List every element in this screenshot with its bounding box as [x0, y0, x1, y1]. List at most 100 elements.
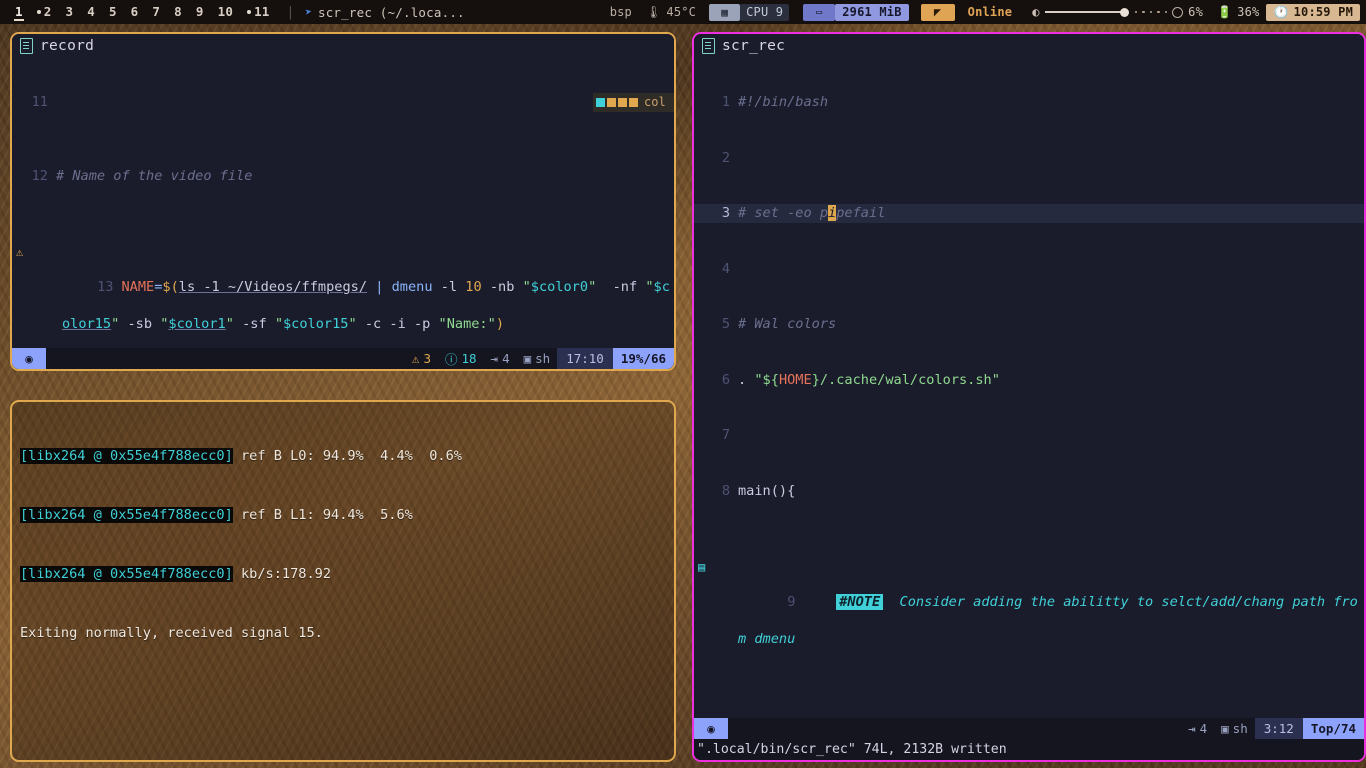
workspace-8[interactable]: 8 — [167, 0, 189, 24]
left-editor-body: record 11 12 # Name of the video file ⚠ 1… — [12, 34, 674, 369]
note-tag: #NOTE — [836, 593, 884, 610]
right-editor-window[interactable]: scr_rec 1 #!/bin/bash 2 3 # set -eo pipefa… — [692, 32, 1366, 762]
workspace-11[interactable]: 11 — [240, 0, 276, 24]
volume-level-icon — [1172, 6, 1184, 18]
indent-label: 4 — [1199, 721, 1208, 736]
scroll-percent: Top/74 — [1302, 718, 1364, 739]
completion-popup[interactable]: col — [593, 93, 674, 112]
code-line-current[interactable]: 3 # set -eo pipefail — [694, 204, 1364, 223]
left-editor-titlebar: record — [12, 34, 674, 56]
workspace-6[interactable]: 6 — [124, 0, 146, 24]
active-window-title: ➤ scr_rec (~/.loca... — [303, 4, 465, 20]
clock-icon: 🕐 — [1273, 5, 1289, 19]
workspace-10[interactable]: 10 — [211, 0, 240, 24]
temperature-module[interactable]: 🌡 45°C — [639, 0, 703, 24]
left-editor-code[interactable]: 11 12 # Name of the video file ⚠ 13 NAME=$… — [12, 56, 674, 369]
code-line[interactable]: 8 main(){ — [694, 482, 1364, 501]
color-swatch — [618, 97, 627, 107]
workspace-7[interactable]: 7 — [145, 0, 167, 24]
line-number: 11 — [31, 94, 48, 110]
editor-mode-icon: ◉ — [12, 348, 46, 369]
code-line[interactable]: 12 # Name of the video file — [12, 167, 674, 186]
memory-icon: ▭ — [803, 3, 836, 21]
workspace-1[interactable]: 1 — [8, 0, 30, 24]
cpu-module[interactable]: CPU 9 — [740, 3, 790, 21]
info-count-label: 18 — [461, 351, 477, 366]
line-number: 12 — [31, 168, 48, 184]
left-editor-window[interactable]: record 11 12 # Name of the video file ⚠ 1… — [10, 32, 676, 371]
indent-setting[interactable]: ⇥ 4 — [1181, 721, 1214, 736]
code-text: #!/bin/bash — [738, 94, 829, 110]
terminal-line: Exiting normally, received signal 15. — [20, 624, 666, 644]
code-line[interactable]: 6. "${HOME}/.cache/wal/colors.sh" — [694, 371, 1364, 390]
warning-icon: ⚠ — [411, 351, 420, 366]
indent-setting[interactable]: ⇥ 4 — [484, 351, 517, 366]
right-editor-statusline: ◉ ⇥ 4 ▣ sh 3:12 Top/74 — [694, 718, 1364, 739]
filetype[interactable]: ▣ sh — [1214, 721, 1255, 736]
file-icon — [20, 38, 33, 54]
volume-knob[interactable] — [1119, 7, 1129, 17]
memory-module[interactable]: 2961 MiB — [835, 3, 909, 21]
terminal-output[interactable]: [libx264 @ 0x55e4f788ecc0] ref B L0: 94.… — [12, 402, 674, 762]
cpu-icon: ▦ — [709, 3, 741, 21]
filetype-label: sh — [535, 351, 551, 366]
workspace-occupied-dot — [247, 10, 252, 14]
editor-message-text: ".local/bin/scr_rec" 74L, 2132B written — [697, 742, 1007, 757]
volume-remaining-dots — [1134, 10, 1168, 14]
terminal-window[interactable]: [libx264 @ 0x55e4f788ecc0] ref B L0: 94.… — [10, 400, 676, 762]
note-icon: ▤ — [698, 559, 706, 574]
layout-module[interactable]: bsp — [603, 0, 639, 24]
plane-icon: ➤ — [303, 4, 314, 20]
status-modules: bsp 🌡 45°C ▦ CPU 9 ▭ 2961 MiB ◤ Online ◐ — [603, 0, 1366, 24]
workspace-5[interactable]: 5 — [102, 0, 124, 24]
workspace-3[interactable]: 3 — [58, 0, 80, 24]
code-line[interactable]: 11 — [12, 93, 674, 112]
terminal-prompt: ┌yehoward@yeho in ~ via v19.6.0 took 20s — [20, 761, 666, 762]
libx-prefix: [libx264 @ 0x55e4f788ecc0] — [20, 565, 233, 582]
libx-text: ref B L0: 94.9% 4.4% 0.6% — [232, 448, 462, 465]
warning-count[interactable]: ⚠ 3 — [405, 351, 438, 366]
color-swatch — [596, 97, 605, 107]
warning-icon: ⚠ — [16, 245, 24, 259]
libx-text: ref B L1: 94.4% 5.6% — [232, 506, 413, 523]
thermometer-icon: 🌡 — [645, 5, 662, 19]
workspace-label: 7 — [152, 4, 161, 19]
cursor-position-label: 3:12 — [1263, 721, 1294, 736]
volume-slider[interactable] — [1044, 7, 1168, 17]
code-line-note[interactable]: ▤ 9 #NOTE Consider adding the abilitty t… — [694, 556, 1364, 686]
workspace-occupied-dot — [36, 10, 41, 14]
code-line[interactable]: 7 — [694, 426, 1364, 445]
filetype[interactable]: ▣ sh — [517, 351, 558, 366]
battery-module[interactable]: 🔋 36% — [1210, 0, 1266, 24]
cursor-position-label: 17:10 — [566, 351, 604, 366]
workspace-label: 3 — [65, 4, 74, 19]
layout-label: bsp — [609, 5, 632, 19]
left-editor-filename: record — [40, 38, 95, 54]
workspace-9[interactable]: 9 — [189, 0, 211, 24]
workspace-label: 11 — [254, 4, 270, 19]
network-module[interactable]: Online — [961, 0, 1020, 24]
workspace-4[interactable]: 4 — [80, 0, 102, 24]
right-editor-filename: scr_rec — [722, 38, 786, 54]
temperature-label: 45°C — [666, 5, 697, 19]
right-editor-code[interactable]: 1 #!/bin/bash 2 3 # set -eo pipefail 4 5 # … — [694, 56, 1364, 760]
cursor: i — [828, 205, 837, 221]
volume-module[interactable]: ◐ 6% — [1025, 0, 1210, 24]
cursor-position: 17:10 — [557, 348, 613, 369]
info-count[interactable]: ⓘ 18 — [438, 349, 484, 368]
cpu-label: CPU 9 — [746, 5, 784, 19]
info-icon: ⓘ — [444, 352, 458, 367]
workspace-label: 5 — [108, 4, 117, 19]
workspace-label: 9 — [195, 4, 204, 19]
completion-text: col — [644, 95, 666, 109]
code-line[interactable]: 1 #!/bin/bash — [694, 93, 1364, 112]
clock-label: 10:59 PM — [1293, 5, 1353, 19]
code-line[interactable]: 4 — [694, 260, 1364, 279]
workspace-2[interactable]: 2 — [30, 0, 59, 24]
code-text: # Wal colors — [738, 316, 837, 332]
clock-module[interactable]: 🕐 10:59 PM — [1266, 3, 1360, 21]
scroll-percent: 19%/66 — [612, 348, 674, 369]
line-number: 6 — [721, 371, 730, 388]
code-line[interactable]: 2 — [694, 149, 1364, 168]
code-line[interactable]: 5 # Wal colors — [694, 315, 1364, 334]
